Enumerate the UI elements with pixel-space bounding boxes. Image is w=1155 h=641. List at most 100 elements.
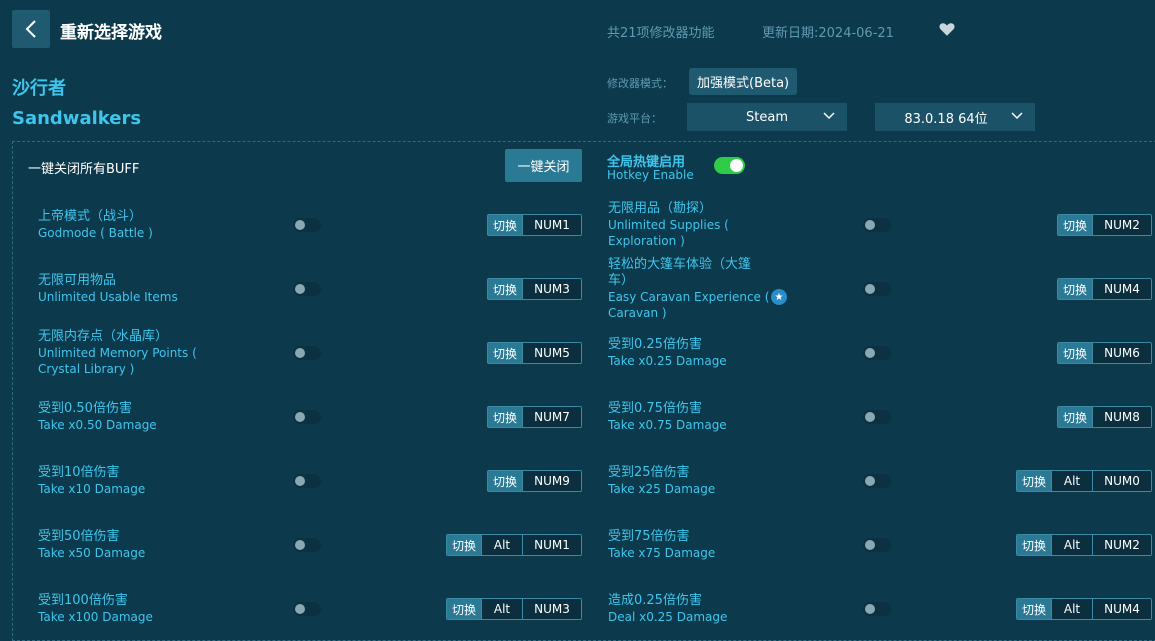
back-button[interactable] — [12, 10, 50, 48]
heart-icon[interactable] — [938, 20, 956, 38]
features-panel — [12, 141, 1155, 641]
switch-label: 切换 — [488, 407, 523, 427]
feature-name-en: Unlimited Supplies ( — [608, 218, 729, 232]
feature-name-en: Take x50 Damage — [38, 546, 146, 560]
hotkey-key: NUM2 — [1092, 535, 1152, 555]
modifier-key: Alt — [481, 535, 523, 555]
feature-toggle[interactable] — [863, 538, 891, 552]
feature-name-en: Godmode ( Battle ) — [38, 226, 153, 240]
feature-name-en: Take x0.50 Damage — [38, 418, 157, 432]
hotkey-key: NUM9 — [522, 471, 582, 491]
switch-label: 切换 — [447, 535, 482, 555]
feature-toggle[interactable] — [293, 474, 321, 488]
feature-count: 共21项修改器功能 — [607, 26, 715, 41]
feature-name-cn: 无限内存点（水晶库） — [38, 329, 169, 344]
feature-name-en: Easy Caravan Experience ( — [608, 290, 770, 304]
close-all-button[interactable]: 一键关闭 — [505, 149, 582, 182]
feature-name-en: Take x25 Damage — [608, 482, 716, 496]
feature-toggle[interactable] — [863, 346, 891, 360]
hotkey-button[interactable]: 切换 Alt NUM1 — [446, 534, 583, 556]
chevron-down-icon — [1011, 112, 1023, 120]
platform-select[interactable]: Steam — [687, 103, 847, 131]
modifier-key: Alt — [1051, 471, 1093, 491]
hotkey-key: NUM4 — [1092, 599, 1152, 619]
hotkey-button[interactable]: 切换 NUM1 — [487, 214, 583, 236]
feature-name-cn: 轻松的大篷车体验（大篷 — [608, 257, 752, 272]
modifier-key: Alt — [1051, 535, 1093, 555]
switch-label: 切换 — [1058, 215, 1093, 235]
feature-toggle[interactable] — [293, 538, 321, 552]
hotkey-button[interactable]: 切换 NUM8 — [1057, 406, 1153, 428]
star-icon: ★ — [771, 289, 787, 305]
hotkey-key: NUM3 — [522, 279, 582, 299]
feature-name-en: Take x100 Damage — [38, 610, 153, 624]
feature-name-en: Exploration ) — [608, 234, 685, 248]
feature-name-en: Take x0.75 Damage — [608, 418, 727, 432]
feature-name-en: Unlimited Memory Points ( — [38, 346, 197, 360]
switch-label: 切换 — [1058, 279, 1093, 299]
feature-name-en: Take x75 Damage — [608, 546, 716, 560]
hotkey-key: NUM4 — [1092, 279, 1152, 299]
feature-toggle[interactable] — [863, 602, 891, 616]
chevron-down-icon — [823, 112, 835, 120]
feature-name-cn: 造成0.25倍伤害 — [608, 593, 702, 608]
switch-label: 切换 — [1017, 599, 1052, 619]
switch-label: 切换 — [488, 343, 523, 363]
hotkey-key: NUM6 — [1092, 343, 1152, 363]
hotkey-button[interactable]: 切换 NUM9 — [487, 470, 583, 492]
feature-name-cn: 受到100倍伤害 — [38, 593, 128, 608]
feature-name-cn: 受到50倍伤害 — [38, 529, 120, 544]
feature-name-en: Caravan ) — [608, 306, 667, 320]
hotkey-button[interactable]: 切换 NUM6 — [1057, 342, 1153, 364]
hotkey-key: NUM2 — [1092, 215, 1152, 235]
feature-name-en: Take x0.25 Damage — [608, 354, 727, 368]
feature-name-en: Unlimited Usable Items — [38, 290, 178, 304]
switch-label: 切换 — [488, 279, 523, 299]
hotkey-button[interactable]: 切换 Alt NUM0 — [1016, 470, 1153, 492]
hotkey-key: NUM1 — [522, 215, 582, 235]
hotkey-button[interactable]: 切换 Alt NUM2 — [1016, 534, 1153, 556]
hotkey-button[interactable]: 切换 Alt NUM3 — [446, 598, 583, 620]
feature-toggle[interactable] — [863, 218, 891, 232]
switch-label: 切换 — [447, 599, 482, 619]
mode-badge[interactable]: 加强模式(Beta) — [689, 68, 798, 95]
feature-toggle[interactable] — [863, 474, 891, 488]
feature-toggle[interactable] — [863, 410, 891, 424]
hotkey-key: NUM8 — [1092, 407, 1152, 427]
mode-label: 修改器模式： — [607, 77, 673, 90]
switch-label: 切换 — [1058, 343, 1093, 363]
feature-name-cn: 受到25倍伤害 — [608, 465, 690, 480]
hotkey-key: NUM1 — [522, 535, 582, 555]
switch-label: 切换 — [488, 471, 523, 491]
switch-label: 切换 — [1017, 535, 1052, 555]
hotkey-enable-toggle[interactable] — [714, 157, 745, 174]
feature-toggle[interactable] — [863, 282, 891, 296]
feature-name-cn: 上帝模式（战斗） — [38, 209, 143, 224]
feature-toggle[interactable] — [293, 410, 321, 424]
feature-name-cn: 受到75倍伤害 — [608, 529, 690, 544]
hotkey-key: NUM5 — [522, 343, 582, 363]
close-all-buff-label: 一键关闭所有BUFF — [28, 162, 140, 177]
version-value: 83.0.18 64位 — [904, 111, 988, 127]
hotkey-button[interactable]: 切换 NUM7 — [487, 406, 583, 428]
hotkey-button[interactable]: 切换 NUM4 — [1057, 278, 1153, 300]
hotkey-key: NUM7 — [522, 407, 582, 427]
hotkey-button[interactable]: 切换 NUM5 — [487, 342, 583, 364]
feature-toggle[interactable] — [293, 346, 321, 360]
hotkey-key: NUM3 — [522, 599, 582, 619]
hotkey-button[interactable]: 切换 NUM2 — [1057, 214, 1153, 236]
hotkey-button[interactable]: 切换 Alt NUM4 — [1016, 598, 1153, 620]
hotkey-button[interactable]: 切换 NUM3 — [487, 278, 583, 300]
feature-toggle[interactable] — [293, 282, 321, 296]
switch-label: 切换 — [1058, 407, 1093, 427]
version-select[interactable]: 83.0.18 64位 — [875, 103, 1035, 131]
switch-label: 切换 — [1017, 471, 1052, 491]
update-date: 更新日期:2024-06-21 — [762, 26, 894, 41]
page-title: 重新选择游戏 — [60, 23, 162, 43]
feature-name-cn: 车） — [608, 273, 635, 288]
hotkey-enable-label-en: Hotkey Enable — [607, 168, 694, 182]
feature-toggle[interactable] — [293, 218, 321, 232]
feature-toggle[interactable] — [293, 602, 321, 616]
platform-value: Steam — [746, 109, 788, 125]
chevron-left-icon — [25, 20, 36, 38]
